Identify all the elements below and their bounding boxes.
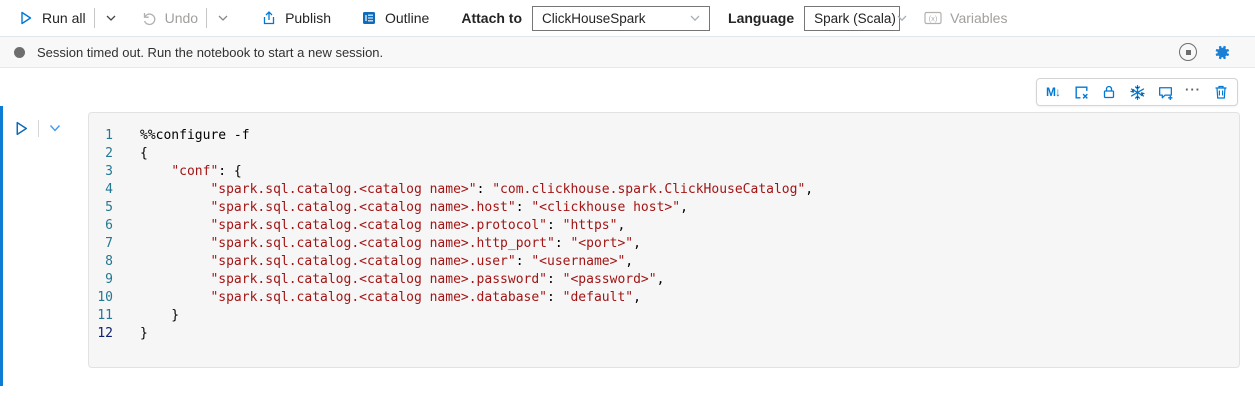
run-all-button[interactable]: Run all bbox=[12, 4, 92, 32]
undo-button[interactable]: Undo bbox=[135, 4, 204, 32]
clear-output-icon bbox=[1073, 84, 1090, 101]
divider bbox=[206, 8, 207, 28]
convert-to-markdown-button[interactable]: M↓ bbox=[1039, 80, 1067, 104]
line-number: 10 bbox=[89, 289, 113, 307]
add-comment-button[interactable] bbox=[1151, 80, 1179, 104]
code-line: 11 } bbox=[89, 307, 1239, 325]
code-line: 8 "spark.sql.catalog.<catalog name>.user… bbox=[89, 253, 1239, 271]
line-number: 12 bbox=[89, 325, 113, 343]
line-number: 3 bbox=[89, 163, 113, 181]
code-line: 1%%configure -f bbox=[89, 127, 1239, 145]
run-cell-button[interactable] bbox=[10, 117, 32, 139]
outline-button[interactable]: Outline bbox=[355, 4, 435, 32]
code-line: 12} bbox=[89, 325, 1239, 343]
run-all-options-button[interactable] bbox=[97, 4, 125, 32]
chevron-down-icon bbox=[896, 12, 908, 24]
chevron-down-icon bbox=[689, 12, 701, 24]
line-number: 4 bbox=[89, 181, 113, 199]
notebook-toolbar: Run all Undo Publish Outline Attach to C… bbox=[0, 0, 1255, 37]
cell-selection-indicator bbox=[0, 106, 3, 386]
divider bbox=[94, 8, 95, 28]
line-number: 2 bbox=[89, 145, 113, 163]
variables-button[interactable]: (x) Variables bbox=[918, 10, 1013, 26]
line-number: 9 bbox=[89, 271, 113, 289]
publish-button[interactable]: Publish bbox=[255, 4, 337, 32]
code-line: 3 "conf": { bbox=[89, 163, 1239, 181]
code-line: 6 "spark.sql.catalog.<catalog name>.prot… bbox=[89, 217, 1239, 235]
lock-cell-button[interactable] bbox=[1095, 80, 1123, 104]
add-comment-icon bbox=[1157, 84, 1174, 101]
chevron-down-icon bbox=[105, 12, 117, 24]
session-status-bar: Session timed out. Run the notebook to s… bbox=[0, 37, 1255, 68]
code-line: 9 "spark.sql.catalog.<catalog name>.pass… bbox=[89, 271, 1239, 289]
line-number: 11 bbox=[89, 307, 113, 325]
undo-label: Undo bbox=[165, 10, 198, 26]
attach-to-dropdown[interactable]: ClickHouseSpark bbox=[532, 6, 710, 31]
line-number: 8 bbox=[89, 253, 113, 271]
session-status-dot-icon bbox=[14, 47, 25, 58]
line-number: 1 bbox=[89, 127, 113, 145]
cell-run-controls bbox=[10, 117, 65, 139]
outline-label: Outline bbox=[385, 10, 429, 26]
chevron-down-icon bbox=[48, 121, 62, 135]
language-value: Spark (Scala) bbox=[814, 11, 896, 26]
attach-to-value: ClickHouseSpark bbox=[542, 11, 646, 26]
code-line: 10 "spark.sql.catalog.<catalog name>.dat… bbox=[89, 289, 1239, 307]
code-line: 5 "spark.sql.catalog.<catalog name>.host… bbox=[89, 199, 1239, 217]
variables-icon: (x) bbox=[924, 11, 942, 25]
more-commands-button[interactable]: ··· bbox=[1179, 80, 1207, 104]
chevron-down-icon bbox=[217, 12, 229, 24]
play-icon bbox=[18, 10, 34, 26]
undo-options-button[interactable] bbox=[209, 4, 237, 32]
code-line: 4 "spark.sql.catalog.<catalog name>": "c… bbox=[89, 181, 1239, 199]
snowflake-icon bbox=[1129, 84, 1146, 101]
line-number: 5 bbox=[89, 199, 113, 217]
stop-session-icon[interactable] bbox=[1179, 43, 1197, 61]
language-dropdown[interactable]: Spark (Scala) bbox=[804, 6, 900, 31]
cell-run-options-button[interactable] bbox=[45, 117, 65, 139]
attach-to-label: Attach to bbox=[461, 10, 522, 26]
more-icon: ··· bbox=[1185, 83, 1201, 96]
variables-label: Variables bbox=[950, 10, 1007, 26]
clear-output-button[interactable] bbox=[1067, 80, 1095, 104]
code-editor[interactable]: 1%%configure -f2{3 "conf": {4 "spark.sql… bbox=[88, 112, 1240, 368]
cell-toolbar: M↓ ··· bbox=[1036, 78, 1238, 106]
outline-icon bbox=[361, 10, 377, 26]
play-icon bbox=[13, 120, 30, 137]
session-status-message: Session timed out. Run the notebook to s… bbox=[37, 45, 383, 60]
lock-icon bbox=[1101, 84, 1117, 100]
line-number: 7 bbox=[89, 235, 113, 253]
svg-text:(x): (x) bbox=[929, 14, 938, 23]
line-number: 6 bbox=[89, 217, 113, 235]
code-line: 7 "spark.sql.catalog.<catalog name>.http… bbox=[89, 235, 1239, 253]
undo-icon bbox=[141, 10, 157, 26]
divider bbox=[38, 120, 39, 137]
language-label: Language bbox=[728, 10, 794, 26]
markdown-icon: M↓ bbox=[1046, 85, 1060, 99]
run-all-label: Run all bbox=[42, 10, 86, 26]
code-lines: 1%%configure -f2{3 "conf": {4 "spark.sql… bbox=[89, 127, 1239, 343]
publish-label: Publish bbox=[285, 10, 331, 26]
code-line: 2{ bbox=[89, 145, 1239, 163]
trash-icon bbox=[1213, 84, 1229, 100]
publish-icon bbox=[261, 10, 277, 26]
settings-gear-icon[interactable] bbox=[1212, 43, 1231, 62]
delete-cell-button[interactable] bbox=[1207, 80, 1235, 104]
freeze-cell-button[interactable] bbox=[1123, 80, 1151, 104]
